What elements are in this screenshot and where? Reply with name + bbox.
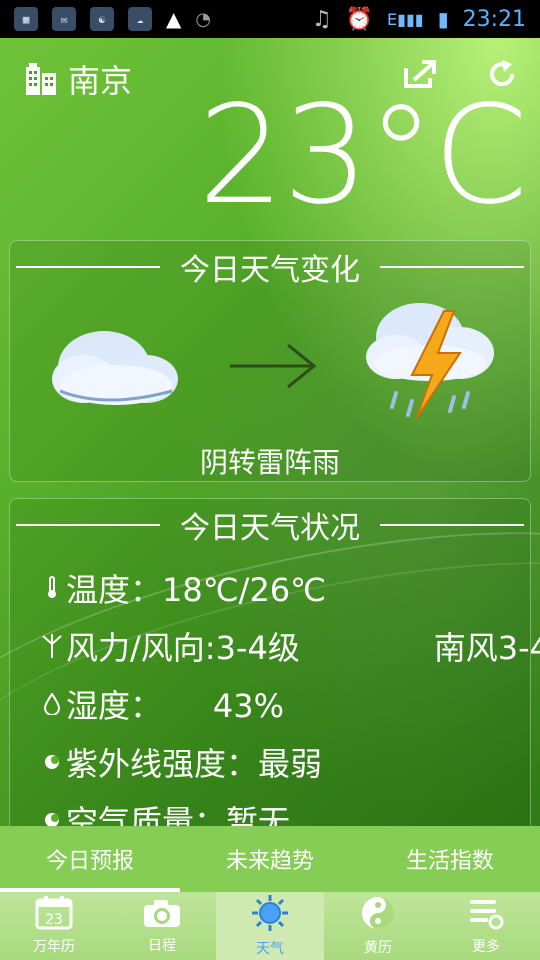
nav-label: 黄历 <box>364 940 392 956</box>
cloudy-icon <box>46 321 186 415</box>
divider <box>380 524 524 526</box>
today-status-title: 今日天气状况 <box>180 511 360 546</box>
weather-main: 南京 23°C 今日天气变化 阴转雷阵雨 今日天气状况 温度：18℃/26℃ 风… <box>0 38 540 826</box>
wind-level: 风力/风向:3-4级 <box>66 629 300 667</box>
list-item: 温度：18℃/26℃ <box>40 559 530 617</box>
notification-icons: ▦ ✉ ☯ ☁ ▲ ◔ <box>14 7 211 31</box>
tab-today-forecast[interactable]: 今日预报 <box>0 826 180 892</box>
nav-label: 万年历 <box>33 939 75 955</box>
building-icon <box>24 59 58 99</box>
tab-future-trend[interactable]: 未来趋势 <box>180 826 360 892</box>
list-item: 湿度： 43% <box>40 675 530 733</box>
message-icon: ✉ <box>52 7 76 31</box>
today-change-title: 今日天气变化 <box>180 253 360 288</box>
warning-icon: ▲ <box>166 7 182 31</box>
calendar-icon: ▦ <box>14 7 38 31</box>
forecast-tabs: 今日预报 未来趋势 生活指数 <box>0 826 540 892</box>
air-quality: 空气质量：暂无 <box>66 803 291 826</box>
settings-list-icon <box>468 896 504 934</box>
current-temperature: 23°C <box>197 77 528 235</box>
nav-label: 天气 <box>256 941 284 957</box>
dot-icon <box>40 753 64 771</box>
divider <box>380 266 524 268</box>
alarm-icon: ⏰ <box>345 6 374 32</box>
panel-title: 今日天气变化 <box>10 247 530 288</box>
system-indicators: ♫ ⏰ E▮▮▮ ▮ 23:21 <box>312 7 526 32</box>
calendar-badge: 23 <box>45 912 63 928</box>
city-selector[interactable]: 南京 <box>24 56 132 102</box>
thermometer-icon <box>40 576 64 600</box>
list-item: 空气质量：暂无 <box>40 791 530 826</box>
nav-schedule[interactable]: 日程 <box>108 892 216 960</box>
battery-icon: ▮ <box>437 7 449 31</box>
tab-life-index[interactable]: 生活指数 <box>360 826 540 892</box>
city-name: 南京 <box>68 62 133 100</box>
nav-label: 更多 <box>472 939 500 955</box>
droplet-icon <box>40 693 64 715</box>
windmill-icon <box>40 634 64 658</box>
today-change-panel: 今日天气变化 阴转雷阵雨 <box>9 240 531 482</box>
nav-more[interactable]: 更多 <box>432 892 540 960</box>
headphones-icon: ♫ <box>311 6 332 32</box>
clock: 23:21 <box>462 6 526 32</box>
camera-icon <box>142 897 182 933</box>
list-item: 风力/风向:3-4级 南风3-4 <box>40 617 540 675</box>
signal-icon: E▮▮▮ <box>387 9 424 29</box>
panel-title: 今日天气状况 <box>10 505 530 546</box>
today-status-panel: 今日天气状况 温度：18℃/26℃ 风力/风向:3-4级 南风3-4 湿度： 4… <box>9 498 540 826</box>
status-list: 温度：18℃/26℃ 风力/风向:3-4级 南风3-4 湿度： 43% 紫外线强… <box>40 559 540 826</box>
bottom-nav: 23 万年历 日程 天气 黄历 更多 <box>0 892 540 960</box>
weather-condition: 阴转雷阵雨 <box>199 446 340 479</box>
app-icon: ☯ <box>90 7 114 31</box>
arrow-right-icon <box>228 341 318 395</box>
weather-icon: ☁ <box>128 7 152 31</box>
weather-change-row <box>10 293 530 433</box>
humidity: 湿度： 43% <box>66 687 284 725</box>
nav-calendar[interactable]: 23 万年历 <box>0 892 108 960</box>
dot-icon <box>40 811 64 826</box>
nav-weather[interactable]: 天气 <box>216 892 324 960</box>
thunderstorm-icon <box>360 297 500 441</box>
uv-index: 紫外线强度：最弱 <box>66 745 323 783</box>
status-bar: ▦ ✉ ☯ ☁ ▲ ◔ ♫ ⏰ E▮▮▮ ▮ 23:21 <box>0 0 540 38</box>
divider <box>16 266 160 268</box>
sun-icon <box>251 894 289 936</box>
temperature-range: 温度：18℃/26℃ <box>66 571 327 609</box>
divider <box>16 524 160 526</box>
wind-direction: 南风3-4 <box>433 629 540 667</box>
nav-almanac[interactable]: 黄历 <box>324 892 432 960</box>
nav-label: 日程 <box>148 938 176 954</box>
android-icon: ◔ <box>195 8 212 30</box>
yin-yang-icon <box>360 895 396 935</box>
calendar-icon: 23 <box>35 896 73 934</box>
list-item: 紫外线强度：最弱 <box>40 733 530 791</box>
